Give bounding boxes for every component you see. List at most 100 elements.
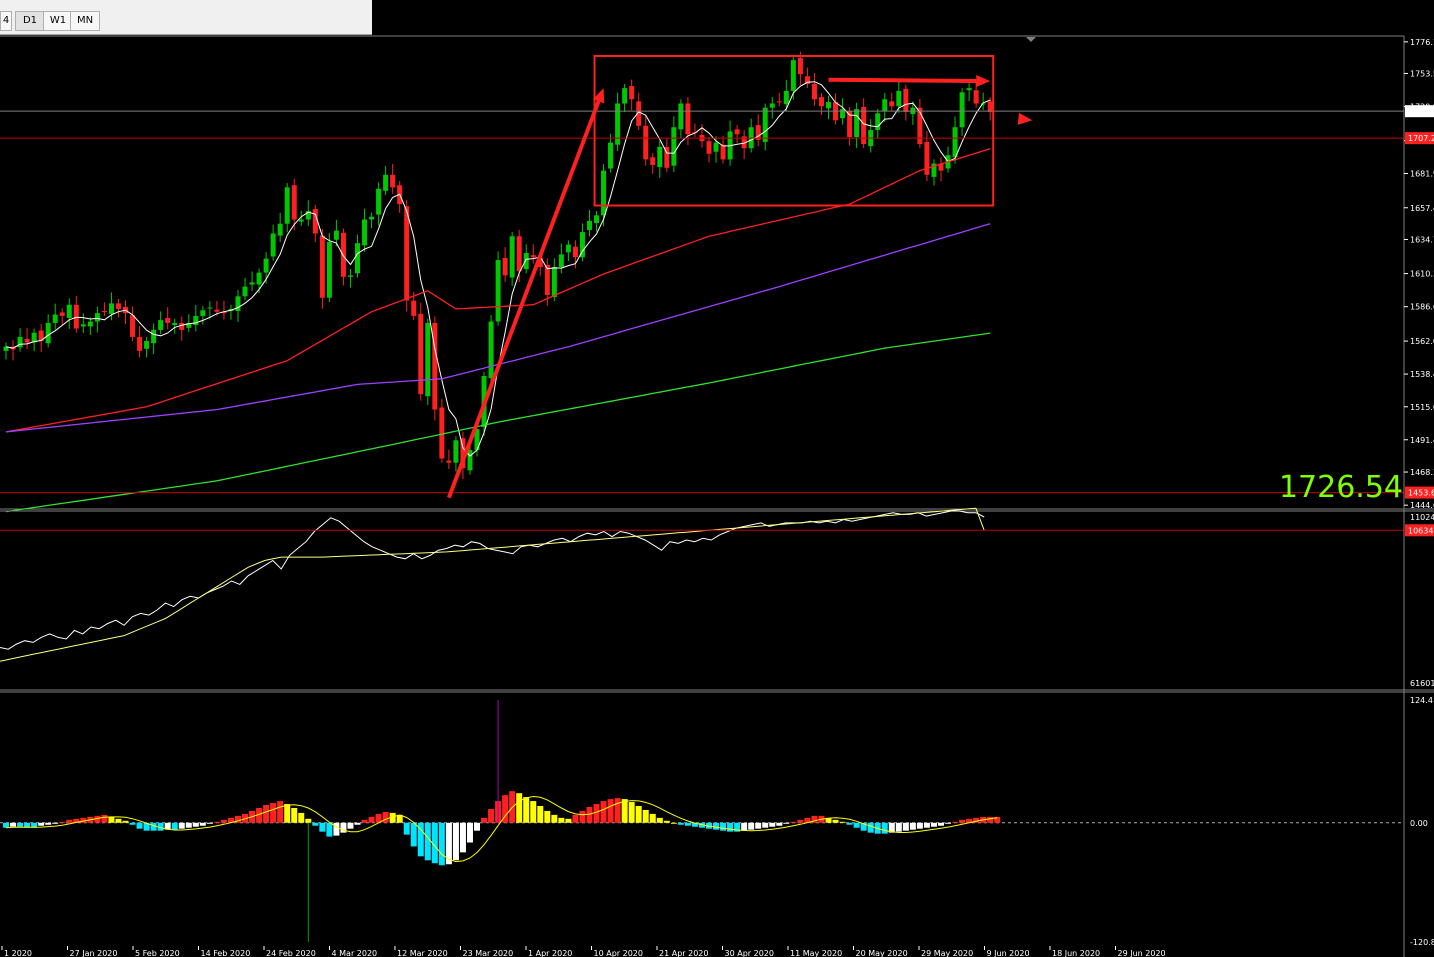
macd-bar (438, 822, 445, 866)
candle-body (277, 223, 283, 236)
candle-body (94, 313, 100, 322)
candle-body (137, 336, 143, 351)
trading-chart: 110240 61601 106348 124.4 0.00 -120.8 1776.1… (0, 35, 1434, 957)
macd-bar (755, 822, 762, 829)
macd-bar (881, 822, 888, 834)
macd-bar (291, 807, 298, 823)
price-tick-label: 1586.6 (1410, 303, 1434, 312)
macd-bar (516, 793, 523, 823)
date-tick-label: 1 2020 (4, 949, 32, 957)
candle-body (411, 300, 417, 316)
macd-bar (663, 820, 670, 823)
candle-body (249, 282, 255, 285)
shift-marker-icon (1026, 37, 1036, 42)
ma-200-line (5, 332, 991, 513)
candle-body (671, 127, 677, 166)
candle-body (685, 103, 691, 135)
macd-bar (895, 822, 902, 832)
candle-body (130, 315, 136, 337)
macd-bar (945, 822, 952, 824)
macd-bar (586, 806, 593, 823)
macd-bar (354, 822, 361, 825)
candle-body (734, 129, 740, 135)
date-tick-label: 24 Feb 2020 (266, 949, 316, 957)
macd-bar (607, 799, 614, 823)
price-tick-label: 1681.9 (1410, 170, 1434, 179)
macd-bar (959, 819, 966, 823)
macd-bar (551, 814, 558, 823)
macd-bar (713, 822, 720, 830)
date-tick-label: 20 May 2020 (856, 949, 908, 957)
candle-body (165, 318, 171, 323)
date-tick-label: 4 Mar 2020 (332, 949, 378, 957)
trend-arrow-2-shaft (828, 77, 977, 84)
macd-bar (319, 822, 326, 832)
candle-body (973, 90, 979, 104)
macd-bar (762, 822, 769, 828)
candle-body (108, 303, 114, 314)
macd-bar (277, 801, 284, 823)
macd-bar (656, 817, 663, 823)
candle-body (622, 88, 628, 104)
candle-body (903, 88, 909, 112)
price-axis: 1776.11753.51729.81705.41681.91657.41634… (1, 36, 1434, 957)
macd-bar (748, 822, 755, 830)
macd-bar (677, 822, 684, 825)
candle-body (87, 321, 93, 327)
macd-bar (614, 798, 621, 823)
macd-bar (178, 822, 185, 829)
candle-body (270, 233, 276, 257)
date-tick-label: 14 Feb 2020 (201, 949, 251, 957)
candle-body (811, 83, 817, 100)
candle-body (790, 60, 796, 91)
date-tick-label: 11 May 2020 (790, 949, 842, 957)
candle-body (797, 58, 803, 75)
macd-bar (17, 822, 24, 827)
macd-bar (459, 822, 466, 853)
macd-bar (621, 799, 628, 823)
candle-body (558, 254, 564, 268)
macd-bar (741, 822, 748, 831)
candle-body (706, 141, 712, 154)
candle-body (488, 321, 494, 379)
candle-body (369, 216, 375, 220)
macd-bar (720, 822, 727, 831)
macd-bar (853, 822, 860, 828)
macd-bar (347, 822, 354, 829)
macd-bar (101, 814, 108, 823)
macd-bar (530, 801, 537, 823)
price-tick-label: 1468.3 (1410, 468, 1434, 477)
candle-body (45, 322, 51, 344)
macd-bar (769, 822, 776, 827)
candle-body (586, 220, 592, 230)
candle-body (987, 101, 993, 112)
price-tag-label: 1707.2 (1408, 134, 1434, 143)
macd-pane: 124.4 0.00 -120.8 (0, 691, 1434, 947)
candle-body (523, 253, 529, 270)
date-tick-label: 12 Mar 2020 (397, 949, 448, 957)
candle-body (924, 141, 930, 175)
candle-body (207, 307, 213, 309)
candle-body (214, 309, 220, 312)
candle-body (608, 142, 614, 169)
price-tick-label: 1634.7 (1410, 235, 1434, 244)
candle-body (347, 275, 353, 277)
candle-body (854, 109, 860, 138)
macd-bar (45, 822, 52, 825)
candle-body (66, 304, 72, 319)
candle-body (362, 219, 368, 246)
macd-bar (579, 810, 586, 823)
candle-body (776, 101, 782, 103)
macd-bar (10, 822, 17, 827)
candle-body (551, 267, 557, 298)
price-tick-label: 1562.0 (1410, 337, 1434, 346)
trend-arrow-1-shaft (447, 100, 601, 499)
macd-bar (649, 813, 656, 823)
candle-body (594, 215, 600, 223)
macd-bar (452, 822, 459, 861)
candle-body (418, 313, 424, 395)
candle-body (650, 157, 656, 165)
macd-bar (263, 805, 270, 823)
candle-body (509, 236, 515, 278)
price-tick-label: 1657.4 (1410, 204, 1434, 213)
